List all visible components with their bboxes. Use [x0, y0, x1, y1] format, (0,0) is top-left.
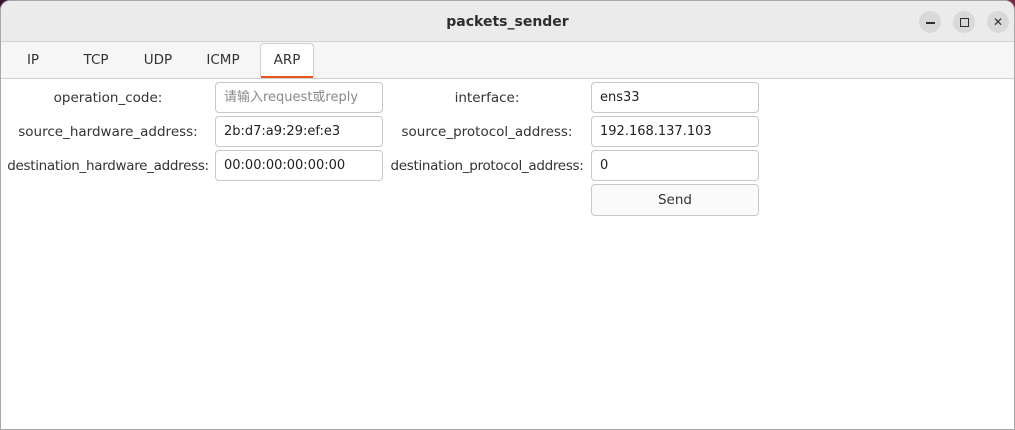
- destination-hardware-address-input[interactable]: [215, 150, 383, 181]
- close-button[interactable]: ✕: [987, 11, 1009, 33]
- tab-icmp[interactable]: ICMP: [195, 44, 251, 76]
- tab-bar: IP TCP UDP ICMP ARP: [1, 42, 1014, 79]
- tab-arp[interactable]: ARP: [260, 43, 314, 78]
- interface-input[interactable]: [591, 82, 759, 113]
- interface-label: interface:: [454, 90, 520, 106]
- maximize-icon: [959, 17, 969, 27]
- destination-protocol-address-input[interactable]: [591, 150, 759, 181]
- tab-udp[interactable]: UDP: [131, 44, 185, 76]
- app-window: packets_sender ✕ IP TCP UDP ICMP ARP ope…: [0, 0, 1015, 430]
- tab-ip[interactable]: IP: [11, 44, 55, 76]
- title-bar[interactable]: packets_sender ✕: [1, 1, 1014, 42]
- maximize-button[interactable]: [953, 11, 975, 33]
- window-title: packets_sender: [446, 14, 569, 30]
- destination-protocol-address-label: destination_protocol_address:: [390, 158, 584, 174]
- minimize-button[interactable]: [919, 11, 941, 33]
- tab-tcp[interactable]: TCP: [69, 44, 123, 76]
- operation-code-label: operation_code:: [53, 90, 163, 106]
- destination-hardware-address-label: destination_hardware_address:: [7, 158, 209, 174]
- minimize-icon: [925, 22, 935, 24]
- source-hardware-address-label: source_hardware_address:: [18, 124, 198, 140]
- send-button[interactable]: Send: [591, 184, 759, 216]
- source-protocol-address-label: source_protocol_address:: [401, 124, 573, 140]
- close-icon: ✕: [992, 15, 1004, 29]
- source-protocol-address-input[interactable]: [591, 116, 759, 147]
- operation-code-input[interactable]: [215, 82, 383, 113]
- source-hardware-address-input[interactable]: [215, 116, 383, 147]
